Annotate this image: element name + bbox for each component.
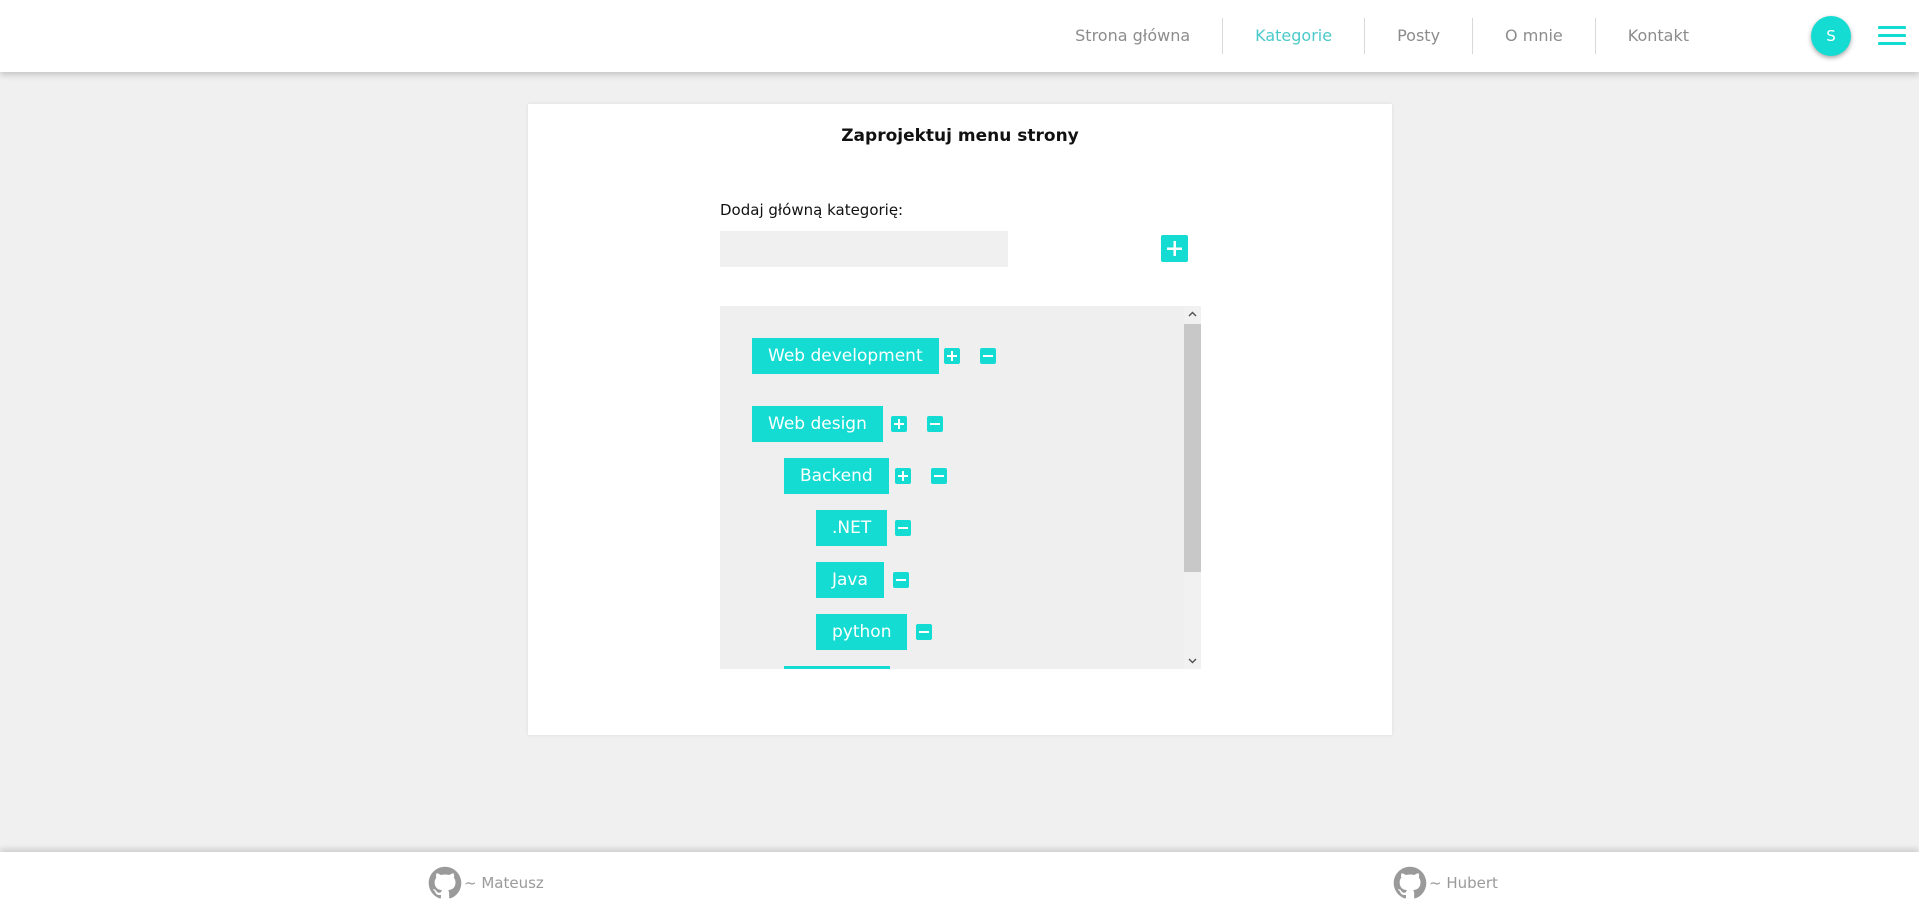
author-credit-mateusz[interactable]: ~ Mateusz [428,866,544,899]
add-subcategory-button[interactable] [944,348,960,364]
remove-category-button[interactable] [927,416,943,432]
remove-category-button[interactable] [893,572,909,588]
category-node-web-development[interactable]: Web development [752,338,939,374]
category-node-python[interactable]: python [816,614,908,650]
minus-icon [930,423,940,425]
nav-posts[interactable]: Posty [1365,18,1474,54]
remove-category-button[interactable] [916,624,932,640]
scrollbar-thumb[interactable] [1184,324,1201,572]
minus-icon [898,527,908,529]
author-credit-hubert[interactable]: ~ Hubert [1393,866,1498,899]
scroll-down-icon[interactable] [1184,652,1201,669]
category-node-dotnet[interactable]: .NET [816,510,888,546]
nav-home[interactable]: Strona główna [1043,18,1224,54]
minus-icon [919,631,929,633]
minus-icon [983,355,993,357]
user-avatar[interactable]: S [1811,16,1851,56]
remove-category-button[interactable] [895,520,911,536]
main-category-label: Dodaj główną kategorię: [720,201,904,219]
nav-about[interactable]: O mnie [1473,18,1596,54]
add-subcategory-button[interactable] [895,468,911,484]
top-navbar: Strona główna Kategorie Posty O mnie Kon… [0,0,1919,72]
category-node-backend[interactable]: Backend [784,458,889,494]
main-nav: Strona główna Kategorie Posty O mnie Kon… [1043,0,1721,72]
plus-icon [894,419,904,429]
plus-icon [947,351,957,361]
plus-icon [1167,241,1182,256]
remove-category-button[interactable] [980,348,996,364]
menu-designer-card: Zaprojektuj menu strony Dodaj główną kat… [528,104,1392,735]
main-category-input[interactable] [720,231,1008,267]
tree-scrollbar[interactable] [1184,306,1201,669]
scroll-up-icon[interactable] [1184,306,1201,323]
author-name: ~ Mateusz [464,874,544,892]
page-title: Zaprojektuj menu strony [841,126,1079,146]
github-icon [1393,866,1427,899]
add-main-category-button[interactable] [1161,235,1188,262]
category-node-partial[interactable] [784,666,890,669]
add-subcategory-button[interactable] [891,416,907,432]
minus-icon [934,475,944,477]
footer: ~ Mateusz ~ Hubert [0,852,1919,907]
category-node-java[interactable]: Java [816,562,884,598]
category-tree[interactable]: Web development Web design Backend .NET … [720,306,1201,669]
remove-category-button[interactable] [931,468,947,484]
minus-icon [896,579,906,581]
github-icon [428,866,462,899]
hamburger-menu-icon[interactable] [1878,26,1906,46]
nav-categories[interactable]: Kategorie [1223,18,1366,54]
category-node-web-design[interactable]: Web design [752,406,883,442]
nav-contact[interactable]: Kontakt [1596,18,1721,54]
plus-icon [898,471,908,481]
author-name: ~ Hubert [1429,874,1498,892]
